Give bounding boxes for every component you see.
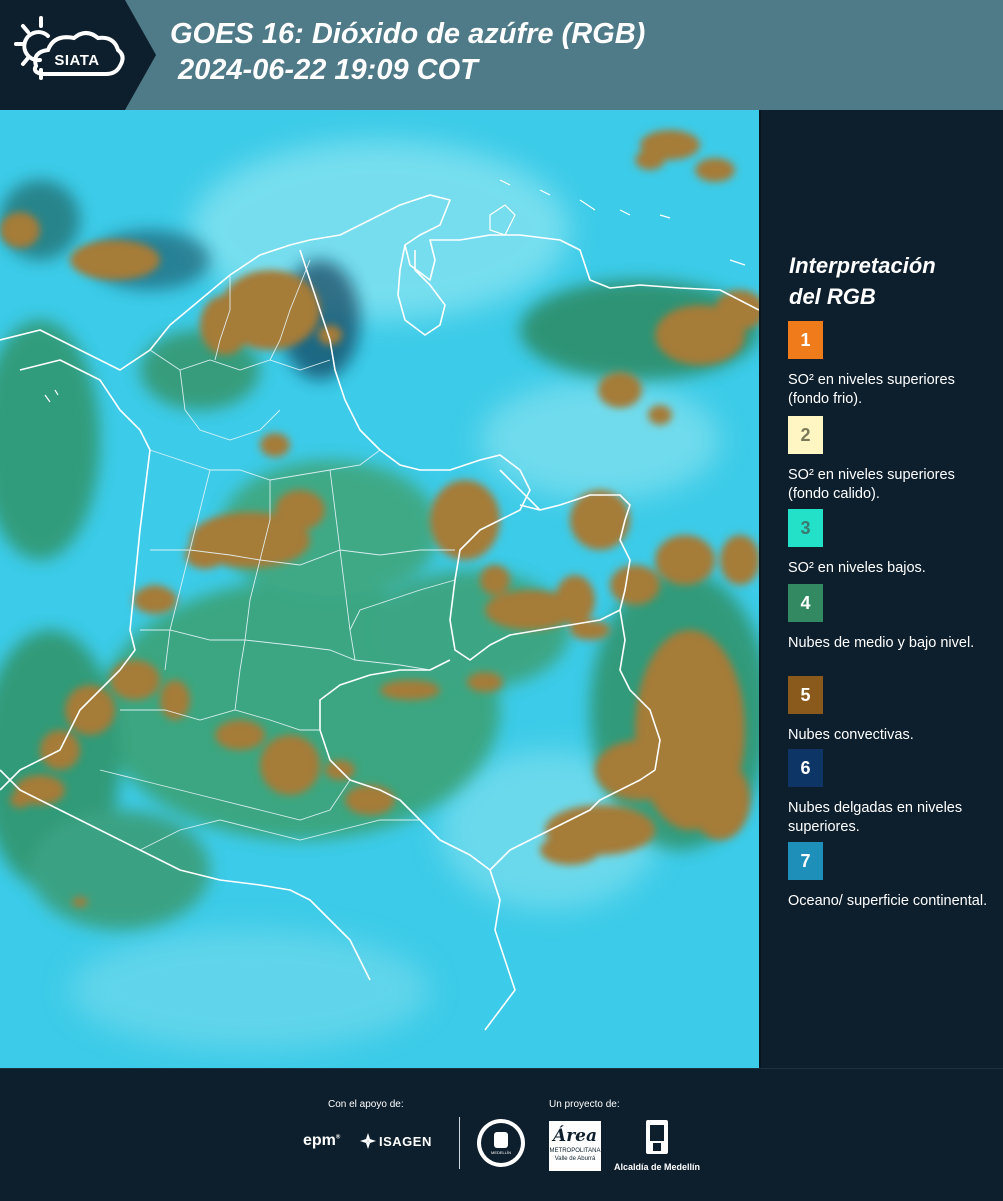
legend-text-2: SO² en niveles superiores (fondo calido)…	[788, 467, 955, 502]
legend-text-5: Nubes convectivas.	[788, 727, 914, 743]
title-line-2: 2024-06-22 19:09 COT	[178, 54, 478, 86]
legend-text-6: Nubes delgadas en niveles superiores.	[788, 800, 963, 835]
legend-text-1: SO² en niveles superiores (fondo frio).	[788, 372, 955, 407]
medellin-seal-icon: MEDELLÍN	[477, 1119, 525, 1167]
alcaldia-logo: Alcaldía de Medellín	[612, 1119, 702, 1172]
legend-swatch-4: 4	[788, 584, 823, 622]
legend-item-6: 6 Nubes delgadas en niveles superiores.	[788, 749, 998, 837]
area-metropolitana-logo: Área METROPOLITANA Valle de Aburrá	[549, 1121, 601, 1171]
legend-text-7: Oceano/ superficie continental.	[788, 893, 988, 909]
project-label: Un proyecto de:	[549, 1099, 620, 1110]
legend-title-line-1: Interpretación	[789, 253, 936, 278]
legend-swatch-2: 2	[788, 416, 823, 454]
isagen-logo: ISAGEN	[360, 1133, 432, 1149]
isagen-icon	[360, 1133, 376, 1149]
legend-item-1: 1 SO² en niveles superiores (fondo frio)…	[788, 321, 998, 409]
alcaldia-shield-icon	[646, 1120, 668, 1154]
footer: Con el apoyo de: Un proyecto de: epm® IS…	[0, 1068, 1003, 1201]
legend-item-2: 2 SO² en niveles superiores (fondo calid…	[788, 416, 998, 504]
legend-title-line-2: del RGB	[789, 284, 876, 309]
satellite-map[interactable]	[0, 110, 759, 1068]
legend-item-4: 4 Nubes de medio y bajo nivel.	[788, 584, 998, 653]
siata-logo-text: SIATA	[54, 51, 100, 69]
legend-item-5: 5 Nubes convectivas.	[788, 676, 998, 745]
epm-logo: epm®	[303, 1132, 341, 1149]
legend-swatch-6: 6	[788, 749, 823, 787]
legend-text-4: Nubes de medio y bajo nivel.	[788, 635, 975, 651]
legend-swatch-1: 1	[788, 321, 823, 359]
page-title: GOES 16: Dióxido de azúfre (RGB) 2024-06…	[170, 16, 645, 88]
legend-item-7: 7 Oceano/ superficie continental.	[788, 842, 998, 911]
legend-text-3: SO² en niveles bajos.	[788, 560, 926, 576]
title-line-1: GOES 16: Dióxido de azúfre (RGB)	[170, 18, 646, 50]
legend-panel: Interpretación del RGB 1 SO² en niveles …	[761, 110, 1003, 1068]
header-bar: SIATA GOES 16: Dióxido de azúfre (RGB) 2…	[0, 0, 1003, 110]
legend-title: Interpretación del RGB	[789, 250, 936, 312]
satellite-image	[0, 110, 759, 1068]
legend-swatch-5: 5	[788, 676, 823, 714]
legend-swatch-7: 7	[788, 842, 823, 880]
legend-swatch-3: 3	[788, 509, 823, 547]
footer-divider	[459, 1117, 460, 1169]
legend-item-3: 3 SO² en niveles bajos.	[788, 509, 998, 578]
support-label: Con el apoyo de:	[328, 1099, 404, 1110]
